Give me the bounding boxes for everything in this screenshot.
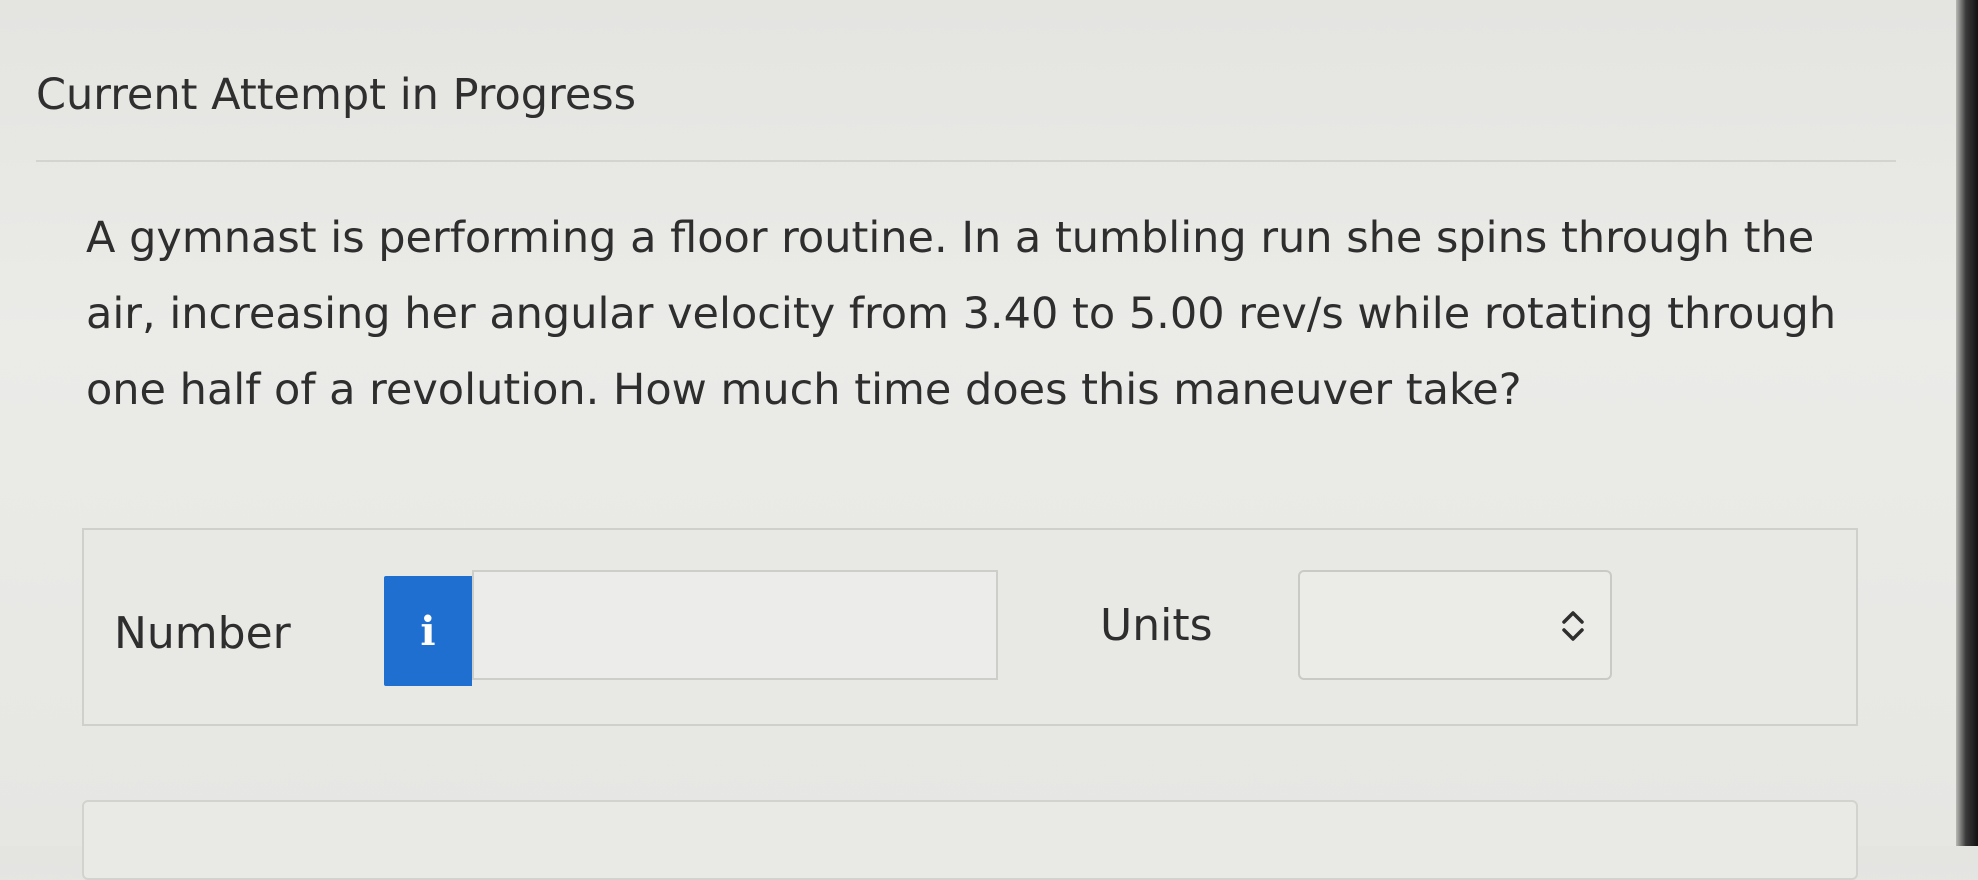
chevron-up-down-icon (1562, 611, 1584, 641)
answer-panel: Number i Units (82, 528, 1858, 726)
question-text: A gymnast is performing a floor routine.… (86, 213, 1837, 415)
page-title: Current Attempt in Progress (36, 70, 637, 120)
next-section-panel (82, 800, 1858, 880)
units-label: Units (1100, 600, 1213, 651)
info-icon[interactable]: i (384, 576, 472, 686)
number-input[interactable] (472, 570, 998, 680)
title-divider (36, 160, 1896, 162)
units-select[interactable] (1298, 570, 1612, 680)
screen-bezel (1956, 0, 1978, 846)
info-icon-glyph: i (420, 607, 436, 655)
number-label: Number (114, 608, 291, 659)
